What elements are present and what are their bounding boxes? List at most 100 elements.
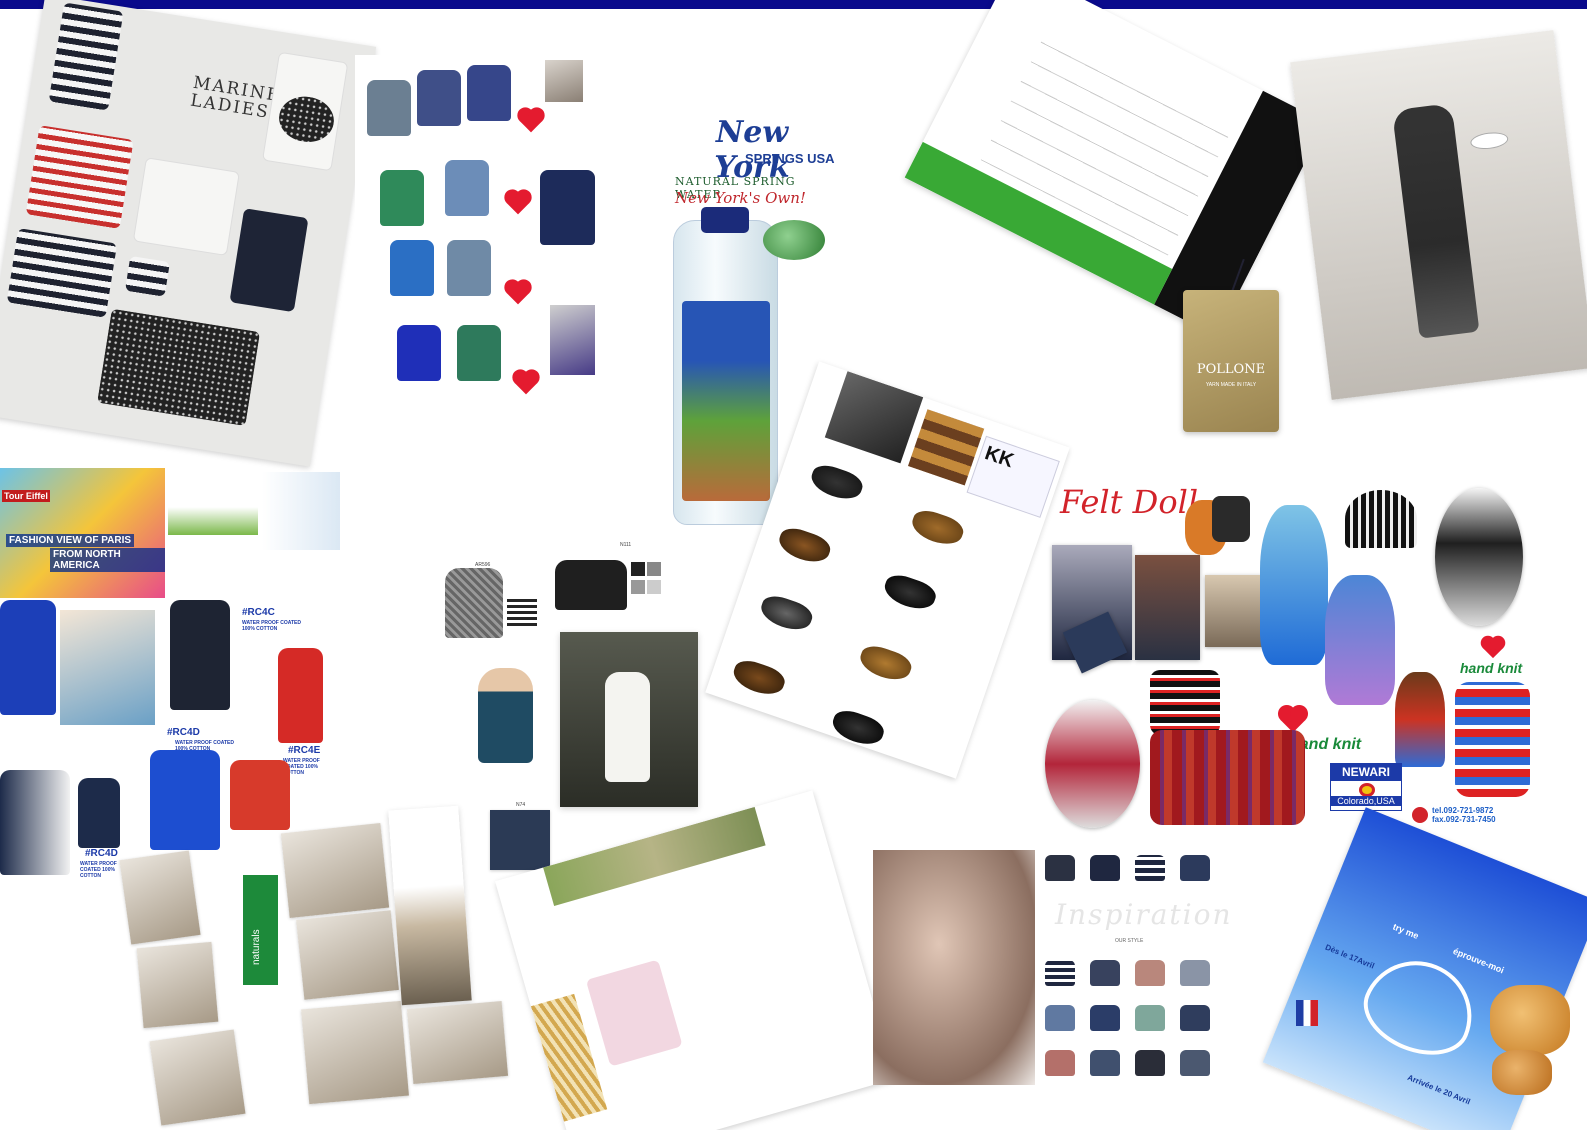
item-8 [1180,1005,1210,1031]
cardigan-blue [467,65,511,121]
knit-mittens [1150,670,1220,735]
sunglasses-grey [757,591,816,636]
woman-navy-top [478,668,533,763]
woman-coat [0,770,70,875]
rc4d-label: #RC4D [167,727,200,738]
woman-white-dress [560,632,698,807]
knit-gloves [1212,496,1250,542]
coast-photo [1290,30,1587,400]
lifestyle-photo-7 [406,1001,509,1084]
dotted-cardigan [97,308,261,427]
oval-photo-snow [1045,700,1140,828]
swatch-grey [647,562,661,576]
houndstooth-dress [445,568,503,638]
marine-ladies-catalogue: MARINE LADIES [0,0,377,467]
white-dress [605,672,650,782]
green-text-block [168,540,258,570]
pollone-tag: POLLONE YARN MADE IN ITALY [1183,290,1279,432]
bottle-cap [701,207,749,233]
phone-icon [1412,807,1428,823]
blue-coat [0,600,56,715]
felt-photo-3 [1205,575,1267,647]
fabric-swatch [507,596,537,626]
cardigans-collage [355,55,595,400]
dress-code-3: N74 [516,802,526,808]
swatch-grey2 [631,580,645,594]
knit-hat [1345,490,1417,548]
cardigan-light-blue [445,160,489,216]
top-bar [0,0,1587,9]
date-start: Dès le 17Avril [1323,942,1376,971]
item-4 [1180,960,1210,986]
cardigan-navy [417,70,461,126]
felt-doll-blue [1260,505,1328,665]
tagline: New York's Own! [675,189,806,207]
item-5 [1045,1005,1075,1031]
lifestyle-photo-4 [280,823,390,918]
globe-icon [763,220,825,260]
sunglasses-black3 [828,706,888,750]
model-photo-purple [550,305,595,375]
felt-photo-2 [1135,555,1200,660]
sunglasses-black [807,460,866,505]
try-me-label: try me [1391,921,1421,941]
wheat-field-photo [543,806,766,906]
item-7 [1135,1005,1165,1031]
item-tee [1090,855,1120,881]
cardigan-green [380,170,424,226]
water-bottle [673,220,778,525]
dress-code-2: N111 [620,542,632,548]
hand-knit-label-1: hand knit [1460,660,1523,676]
item-striped [1135,855,1165,881]
seagull [1470,131,1509,150]
item-3 [1135,960,1165,986]
rc4e-label: #RC4E [288,745,321,756]
our-style-label: OUR STYLE [1115,938,1144,944]
kk-eyes-logo: KK [966,435,1060,518]
item-2 [1090,960,1120,986]
fax-number: fax.092-731-7450 [1432,815,1496,824]
felt-doll-purple [1325,575,1395,705]
model-photo [545,60,583,102]
lifestyle-photo-6 [301,1000,409,1105]
cardigan-royal [390,240,434,296]
knit-cardigan [1150,730,1305,825]
sunglasses-tortoise [775,523,834,568]
item-12 [1180,1050,1210,1076]
newari-badge: NEWARI Colorado,USA [1330,763,1402,811]
kk-letters: KK [982,442,1017,473]
white-sweater [132,157,240,256]
colorado-label: Colorado,USA [1331,796,1401,806]
springs-label: SPRINGS USA [745,151,835,166]
navy-dress-photo [490,810,550,870]
naturals-label: naturals [251,929,262,965]
item-9 [1045,1050,1075,1076]
kids-blue-coat [150,750,220,850]
item-hoodie [1045,855,1075,881]
swatch-black [631,562,645,576]
striped-socks [124,255,170,297]
date-arrival: Arrivée le 20 Avril [1406,1072,1472,1107]
heart-icon [1482,637,1504,659]
colorado-flag-icon [1359,783,1375,797]
item-1 [1045,960,1075,986]
sunglasses-brown [908,506,967,550]
sunglasses-model [824,371,924,464]
striped-top [48,2,124,111]
flour-flyer [495,790,895,1130]
inspiration-word: Inspiration [1055,898,1233,931]
flour-bag [585,959,683,1067]
lifestyle-photo-2 [136,941,219,1029]
windy-face-photo [873,850,1038,1085]
rc4c-sub: WATER PROOF COATED 100% COTTON [242,620,301,632]
heart-icon [514,371,538,395]
bottle-label [682,301,770,501]
green-banner [168,473,258,535]
spring-summer-card [262,472,340,550]
black-dress [555,560,627,610]
felt-doll-native [1395,672,1445,767]
navy-raincoat [170,600,230,710]
cardigan-slate [447,240,491,296]
woman-figure [1391,103,1480,339]
lifestyle-photo-5 [296,910,399,1000]
